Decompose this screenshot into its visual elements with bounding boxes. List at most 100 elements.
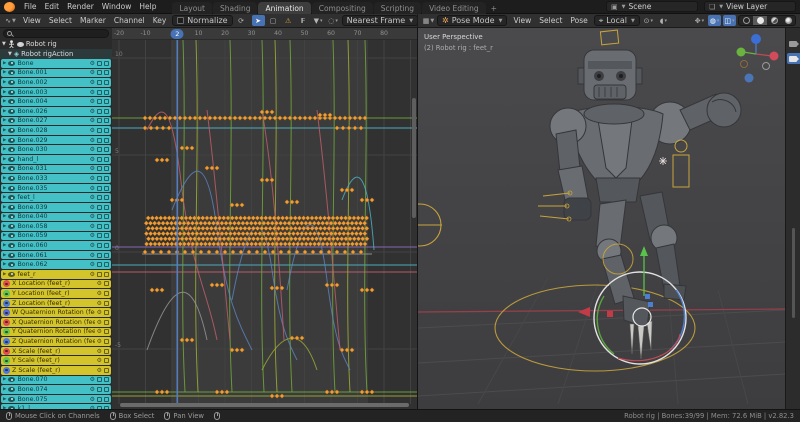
lock-toggle-icon[interactable] bbox=[104, 186, 109, 191]
expand-icon[interactable]: ▶ bbox=[3, 224, 6, 229]
channel-row-bone[interactable]: ▶Bone.074⚙ bbox=[1, 385, 111, 394]
channel-row-fcurve[interactable]: W Quaternion Rotation (feet_r)⚙ bbox=[1, 308, 111, 317]
channel-row-bone[interactable]: ▶Bone.070⚙ bbox=[1, 376, 111, 385]
visibility-eye-icon[interactable] bbox=[8, 176, 15, 181]
lock-toggle-icon[interactable] bbox=[104, 377, 109, 382]
xray-toggle-icon[interactable]: ◫▾ bbox=[723, 15, 736, 26]
lock-toggle-icon[interactable] bbox=[104, 118, 109, 123]
channel-row-fcurve[interactable]: Y Scale (feet_r)⚙ bbox=[1, 356, 111, 365]
modifier-wrench-icon[interactable]: ⚙ bbox=[90, 185, 95, 192]
fcurve-canvas[interactable]: 1050-5 bbox=[112, 40, 417, 404]
expand-icon[interactable]: ▼ bbox=[2, 41, 6, 47]
snap-mode-dropdown[interactable]: Nearest Frame ▼ bbox=[342, 15, 418, 26]
mute-toggle-icon[interactable] bbox=[97, 406, 102, 409]
mute-toggle-icon[interactable] bbox=[97, 176, 102, 181]
mode-dropdown[interactable]: ✲ Pose Mode ▼ bbox=[437, 15, 507, 26]
channel-row-bone[interactable]: ▶Bone.030⚙ bbox=[1, 145, 111, 154]
channel-row-bone[interactable]: ▶Bone.003⚙ bbox=[1, 88, 111, 97]
modifier-wrench-icon[interactable]: ⚙ bbox=[97, 300, 102, 307]
viewport-menu-select[interactable]: Select bbox=[535, 15, 566, 26]
visibility-eye-icon[interactable] bbox=[8, 70, 15, 75]
fcurve-visibility-icon[interactable] bbox=[3, 348, 10, 355]
visibility-eye-icon[interactable] bbox=[8, 147, 15, 152]
menu-file[interactable]: File bbox=[20, 1, 41, 12]
visibility-eye-icon[interactable] bbox=[8, 80, 15, 85]
channel-row-bone[interactable]: ▶Bone.062⚙ bbox=[1, 260, 111, 269]
visibility-eye-icon[interactable] bbox=[8, 387, 15, 392]
viewport-menu-view[interactable]: View bbox=[509, 15, 535, 26]
mute-toggle-icon[interactable] bbox=[97, 205, 102, 210]
channel-row-fcurve[interactable]: X Scale (feet_r)⚙ bbox=[1, 347, 111, 356]
viewport-menu-pose[interactable]: Pose bbox=[566, 15, 591, 26]
visibility-eye-icon[interactable] bbox=[8, 166, 15, 171]
mute-toggle-icon[interactable] bbox=[97, 61, 102, 66]
menu-window[interactable]: Window bbox=[98, 1, 136, 12]
workspace-tab-layout[interactable]: Layout bbox=[172, 2, 212, 14]
fcurve-visibility-icon[interactable] bbox=[3, 319, 10, 326]
lock-toggle-icon[interactable] bbox=[104, 80, 109, 85]
mute-toggle-icon[interactable] bbox=[97, 262, 102, 267]
expand-icon[interactable]: ▶ bbox=[3, 214, 6, 219]
modifier-wrench-icon[interactable]: ⚙ bbox=[97, 319, 102, 326]
expand-icon[interactable]: ▶ bbox=[3, 262, 6, 267]
mute-toggle-icon[interactable] bbox=[97, 233, 102, 238]
viewport-editor-type-icon[interactable]: ▦▼ bbox=[422, 15, 435, 26]
mute-toggle-icon[interactable] bbox=[97, 157, 102, 162]
graph-menu-marker[interactable]: Marker bbox=[76, 15, 110, 26]
lock-toggle-icon[interactable] bbox=[104, 205, 109, 210]
channel-row-bone[interactable]: ▶feet_r⚙ bbox=[1, 270, 111, 279]
lock-toggle-icon[interactable] bbox=[104, 70, 109, 75]
visibility-eye-icon[interactable] bbox=[8, 243, 15, 248]
expand-icon[interactable]: ▶ bbox=[3, 377, 6, 382]
filter-icon[interactable]: ▼▾ bbox=[312, 15, 325, 26]
lock-toggle-icon[interactable] bbox=[104, 61, 109, 66]
view-layer-selector[interactable]: ❏ ▼ View Layer bbox=[704, 1, 796, 12]
channel-row-fcurve[interactable]: Z Location (feet_r)⚙ bbox=[1, 299, 111, 308]
lock-toggle-icon[interactable] bbox=[104, 243, 109, 248]
modifier-wrench-icon[interactable]: ⚙ bbox=[90, 223, 95, 230]
expand-icon[interactable]: ▶ bbox=[3, 243, 6, 248]
current-frame-badge[interactable]: 2 bbox=[171, 29, 184, 39]
mute-toggle-icon[interactable] bbox=[97, 195, 102, 200]
lock-toggle-icon[interactable] bbox=[104, 253, 109, 258]
shading-rendered-icon[interactable] bbox=[781, 16, 795, 25]
fcurve-visibility-icon[interactable] bbox=[3, 328, 10, 335]
channel-row-bone[interactable]: ▶Bone.058⚙ bbox=[1, 222, 111, 231]
channel-search-input[interactable] bbox=[3, 29, 109, 38]
vertical-scrollbar[interactable] bbox=[412, 98, 416, 218]
modifier-wrench-icon[interactable]: ⚙ bbox=[90, 146, 95, 153]
channel-row-bone[interactable]: ▶Bone.075⚙ bbox=[1, 395, 111, 404]
expand-icon[interactable]: ▶ bbox=[3, 70, 6, 75]
fcurve-visibility-icon[interactable] bbox=[3, 357, 10, 364]
graph-menu-channel[interactable]: Channel bbox=[110, 15, 149, 26]
expand-icon[interactable]: ▶ bbox=[3, 109, 6, 114]
channel-row-bone[interactable]: ▶Bone.039⚙ bbox=[1, 203, 111, 212]
mute-toggle-icon[interactable] bbox=[97, 272, 102, 277]
menu-render[interactable]: Render bbox=[63, 1, 98, 12]
expand-icon[interactable]: ▶ bbox=[3, 99, 6, 104]
visibility-eye-icon[interactable] bbox=[8, 128, 15, 133]
lock-toggle-icon[interactable] bbox=[104, 128, 109, 133]
blender-logo-icon[interactable] bbox=[4, 2, 15, 12]
expand-icon[interactable]: ▶ bbox=[3, 406, 6, 409]
modifier-wrench-icon[interactable]: ⚙ bbox=[90, 156, 95, 163]
modifier-wrench-icon[interactable]: ⚙ bbox=[90, 232, 95, 239]
channel-row-fcurve[interactable]: Y Location (feet_r)⚙ bbox=[1, 289, 111, 298]
modifier-wrench-icon[interactable]: ⚙ bbox=[90, 127, 95, 134]
channel-row-bone[interactable]: ▶Bone.004⚙ bbox=[1, 97, 111, 106]
modifier-wrench-icon[interactable]: ⚙ bbox=[90, 69, 95, 76]
expand-icon[interactable]: ▶ bbox=[3, 195, 6, 200]
expand-icon[interactable]: ▶ bbox=[3, 176, 6, 181]
expand-icon[interactable]: ▶ bbox=[3, 233, 6, 238]
graph-menu-view[interactable]: View bbox=[19, 15, 45, 26]
overlays-toggle-icon[interactable]: ◍▾ bbox=[708, 15, 721, 26]
modifier-wrench-icon[interactable]: ⚙ bbox=[97, 290, 102, 297]
fcurve-visibility-icon[interactable] bbox=[3, 300, 10, 307]
modifier-wrench-icon[interactable]: ⚙ bbox=[90, 60, 95, 67]
visibility-eye-icon[interactable] bbox=[8, 90, 15, 95]
channel-row-bone[interactable]: ▶Bone.027⚙ bbox=[1, 117, 111, 126]
fcurve-normalize-icon[interactable]: 𝗙 bbox=[297, 15, 310, 26]
visibility-eye-icon[interactable] bbox=[8, 99, 15, 104]
modifier-wrench-icon[interactable]: ⚙ bbox=[97, 280, 102, 287]
channel-row-fcurve[interactable]: X Quaternion Rotation (feet_r)⚙ bbox=[1, 318, 111, 327]
